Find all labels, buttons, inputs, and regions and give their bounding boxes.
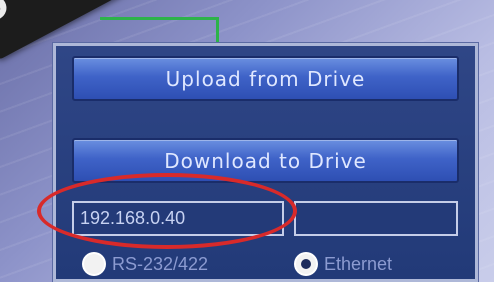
port-field[interactable] <box>294 201 458 236</box>
radio-rs232[interactable]: RS-232/422 <box>84 249 208 279</box>
radio-ethernet-label: Ethernet <box>324 253 393 274</box>
radio-selected-dot <box>301 259 311 269</box>
radio-button-icon[interactable] <box>84 254 104 274</box>
radio-button-icon[interactable] <box>296 254 316 274</box>
ip-address-field[interactable]: 192.168.0.40 <box>72 201 284 236</box>
download-to-drive-button[interactable]: Download to Drive <box>72 138 459 183</box>
drive-transfer-panel: Upload from Drive Download to Drive 192.… <box>53 43 478 282</box>
connector-icon: ⊚ <box>0 0 11 25</box>
upload-from-drive-button[interactable]: Upload from Drive <box>72 56 459 101</box>
radio-ethernet[interactable]: Ethernet <box>296 249 392 279</box>
radio-rs232-label: RS-232/422 <box>112 253 209 274</box>
